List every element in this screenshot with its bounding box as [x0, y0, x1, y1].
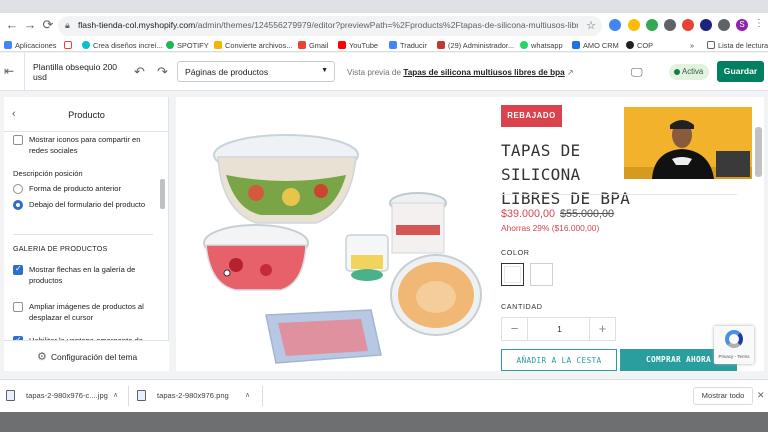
download-item[interactable]: tapas-2-980x976.png ∧	[137, 386, 259, 406]
show-arrows-checkbox[interactable]	[13, 264, 23, 275]
tab-strip	[0, 0, 768, 13]
extension-icon[interactable]	[682, 19, 694, 31]
bookmark-whatsapp[interactable]: whatsapp	[520, 41, 563, 50]
divider	[501, 194, 737, 195]
puzzle-icon[interactable]	[718, 19, 730, 31]
preview-product-link[interactable]: Tapas de silicona multiusos libres de bp…	[403, 68, 564, 77]
radio-below-form[interactable]	[13, 200, 23, 210]
bookmark-amocrm[interactable]: AMO CRM	[572, 41, 619, 50]
product-price: $39.000,00	[501, 208, 556, 220]
option-before-label: Forma de producto anterior	[29, 184, 122, 193]
radio-before-form[interactable]	[13, 184, 23, 194]
status-badge: Activa	[669, 64, 710, 80]
desktop-view-icon[interactable]: 🖵︎	[631, 65, 643, 80]
show-all-button[interactable]: Mostrar todo	[693, 387, 753, 405]
editor-topbar: ⇤ Plantilla obsequio 200 usd ↶ ↷ Páginas…	[0, 53, 768, 91]
color-label: COLOR	[501, 248, 530, 257]
profile-avatar[interactable]: S	[736, 19, 748, 31]
description-position-label: Descripción posición	[13, 169, 83, 178]
bookmark-spotify[interactable]: SPOTIFY	[166, 41, 209, 50]
extension-icon[interactable]	[609, 19, 621, 31]
url-text: flash-tienda-col.myshopify.com/admin/the…	[78, 20, 578, 30]
download-item[interactable]: tapas-2-980x976-c....jpg ∧	[6, 386, 126, 406]
reload-icon[interactable]: ⟳	[40, 17, 56, 33]
redo-icon[interactable]: ↷	[157, 64, 168, 80]
bookmark-convert[interactable]: Convierte archivos...	[214, 41, 292, 50]
file-icon	[6, 390, 15, 401]
page-type-select[interactable]: Páginas de productos ▼	[177, 61, 335, 82]
zoom-images-label: Ampliar imágenes de productos al desplaz…	[29, 302, 144, 322]
quantity-input[interactable]: 1	[528, 318, 591, 340]
minus-icon[interactable]: −	[502, 318, 528, 340]
bookmark-google[interactable]	[64, 41, 75, 50]
preview-scrollbar[interactable]	[755, 127, 762, 177]
sidebar-header: ‹ Producto	[4, 97, 169, 132]
gear-icon: ⚙	[37, 351, 47, 363]
presenter-video	[624, 107, 752, 179]
theme-settings-button[interactable]: ⚙ Configuración del tema	[4, 340, 169, 371]
product-image[interactable]	[196, 115, 486, 365]
color-swatch[interactable]	[530, 263, 553, 286]
bookmark-admin[interactable]: (29) Administrador...	[437, 41, 514, 50]
recaptcha-icon	[725, 330, 743, 348]
extension-icon[interactable]	[700, 19, 712, 31]
sidebar-scrollbar[interactable]	[160, 179, 165, 209]
option-below-label: Debajo del formulario del producto	[29, 200, 146, 209]
gallery-heading: GALERIA DE PRODUCTOS	[13, 244, 108, 253]
file-icon	[137, 390, 146, 401]
extension-icon[interactable]	[646, 19, 658, 31]
bookmark-star-icon[interactable]: ☆	[586, 19, 596, 32]
product-title: TAPAS DE SILICONA LIBRES DE BPA	[501, 141, 631, 208]
settings-sidebar: ‹ Producto Mostrar iconos para compartir…	[4, 97, 169, 371]
divider	[13, 234, 153, 235]
exit-icon[interactable]: ⇤	[4, 64, 18, 78]
add-to-cart-button[interactable]: AÑADIR A LA CESTA	[501, 349, 617, 371]
share-icons-label: Mostrar iconos para compartir en redes s…	[29, 135, 141, 155]
quantity-label: CANTIDAD	[501, 302, 543, 311]
show-arrows-label: Mostrar flechas en la galería de product…	[29, 265, 136, 285]
theme-name: Plantilla obsequio 200 usd	[33, 62, 118, 82]
color-swatch-selected[interactable]	[501, 263, 524, 286]
share-icons-checkbox[interactable]	[13, 135, 23, 145]
quantity-stepper: − 1 +	[501, 317, 616, 341]
chevron-up-icon[interactable]: ∧	[113, 386, 118, 406]
kebab-menu-icon[interactable]: ⋮	[754, 18, 764, 29]
chevron-up-icon[interactable]: ∧	[245, 386, 250, 406]
divider	[262, 386, 263, 406]
bookmark-youtube[interactable]: YouTube	[338, 41, 378, 50]
reading-list[interactable]: Lista de lectura	[707, 41, 768, 50]
bookmark-translate[interactable]: Traducir	[389, 41, 427, 50]
preview-label: Vista previa de Tapas de silicona multiu…	[347, 68, 574, 77]
compare-price: $55.000,00	[560, 208, 615, 220]
bookmark-cop[interactable]: COP	[626, 41, 653, 50]
downloads-bar: tapas-2-980x976-c....jpg ∧ tapas-2-980x9…	[0, 379, 768, 412]
more-bookmarks-icon[interactable]: »	[690, 41, 694, 50]
bookmark-gmail[interactable]: Gmail	[298, 41, 328, 50]
sale-badge: REBAJADO	[501, 105, 562, 127]
sidebar-title: Producto	[68, 110, 105, 120]
extension-icon[interactable]	[664, 19, 676, 31]
forward-arrow-icon[interactable]: →	[22, 17, 38, 33]
savings-text: Ahorras 29% ($16.000,00)	[501, 223, 600, 233]
lock-icon: 🔒︎	[65, 20, 70, 30]
webcam-overlay	[624, 107, 752, 179]
bookmark-canva[interactable]: Crea diseños increí...	[82, 41, 163, 50]
divider	[24, 53, 25, 91]
undo-icon[interactable]: ↶	[134, 64, 145, 80]
recaptcha-badge[interactable]: Privacy - Terms	[714, 326, 754, 364]
close-icon[interactable]: ✕	[757, 390, 765, 401]
plus-icon[interactable]: +	[589, 318, 615, 340]
extension-icon[interactable]	[628, 19, 640, 31]
zoom-images-checkbox[interactable]	[13, 302, 23, 312]
save-button[interactable]: Guardar	[717, 61, 764, 82]
bookmark-apps[interactable]: Aplicaciones	[4, 41, 57, 50]
bookmarks-bar: Aplicaciones Crea diseños increí... SPOT…	[0, 39, 768, 52]
divider	[128, 386, 129, 406]
back-arrow-icon[interactable]: ←	[4, 17, 20, 33]
address-bar[interactable]: 🔒︎ flash-tienda-col.myshopify.com/admin/…	[58, 16, 602, 36]
chevron-down-icon: ▼	[321, 67, 328, 74]
external-link-icon[interactable]: ↗	[567, 68, 574, 77]
taskbar-area	[0, 412, 768, 432]
